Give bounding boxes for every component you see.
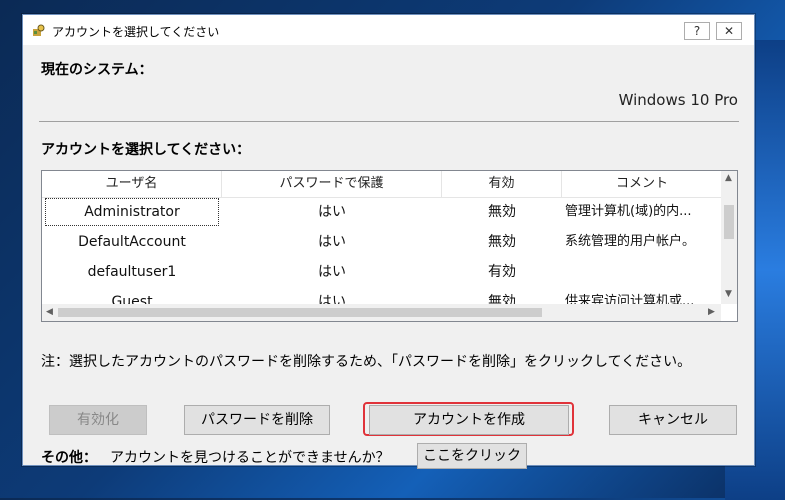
table-row[interactable]: DefaultAccount はい 無効 系统管理的用户帐户。 [42, 227, 722, 257]
table-row[interactable]: defaultuser1 はい 有効 [42, 257, 722, 287]
scroll-right-arrow-icon[interactable]: ▶ [708, 307, 715, 317]
column-header-comment[interactable]: コメント [562, 171, 722, 197]
cancel-button[interactable]: キャンセル [609, 405, 737, 435]
cell-username: defaultuser1 [87, 264, 177, 280]
window-title: アカウントを選択してください [52, 25, 220, 39]
horizontal-scroll-thumb[interactable] [58, 308, 542, 317]
table-row[interactable]: Administrator はい 無効 管理计算机(域)的内... [42, 197, 722, 227]
help-button[interactable]: ? [684, 22, 710, 40]
note-text: 注：選択したアカウントのパスワードを削除するため、「パスワードを削除」をクリック… [41, 354, 692, 370]
click-here-button[interactable]: ここをクリック [417, 443, 527, 469]
current-system-label: 現在のシステム： [41, 62, 153, 78]
enable-button[interactable]: 有効化 [49, 405, 147, 435]
separator [39, 121, 739, 122]
scroll-up-arrow-icon[interactable]: ▲ [725, 173, 732, 183]
horizontal-scrollbar[interactable]: ◀ ▶ [42, 304, 721, 321]
app-icon [33, 24, 45, 36]
cell-enabled: 有効 [488, 264, 516, 280]
cell-password: はい [318, 234, 346, 250]
other-label: その他： [41, 450, 97, 466]
cell-password: はい [318, 204, 346, 220]
cell-password: はい [318, 264, 346, 280]
column-header-username[interactable]: ユーザ名 [42, 171, 222, 197]
column-header-enabled[interactable]: 有効 [442, 171, 562, 197]
title-bar[interactable]: アカウントを選択してください ? ✕ [23, 15, 754, 45]
cell-username: DefaultAccount [78, 234, 186, 250]
delete-password-button[interactable]: パスワードを削除 [184, 405, 330, 435]
cell-comment: 系统管理的用户帐户。 [565, 234, 696, 249]
vertical-scroll-thumb[interactable] [724, 205, 734, 239]
vertical-scrollbar[interactable]: ▲ ▼ [721, 171, 737, 304]
close-button[interactable]: ✕ [716, 22, 742, 40]
create-account-button[interactable]: アカウントを作成 [369, 405, 569, 435]
scroll-down-arrow-icon[interactable]: ▼ [725, 289, 732, 299]
cell-comment [565, 257, 720, 287]
column-header-password[interactable]: パスワードで保護 [222, 171, 442, 197]
account-select-label: アカウントを選択してください： [41, 142, 251, 158]
cell-enabled: 無効 [488, 234, 516, 250]
cell-comment: 管理计算机(域)的内... [565, 204, 692, 219]
account-list[interactable]: ユーザ名 パスワードで保護 有効 コメント Administrator はい 無… [41, 170, 738, 322]
current-system-value: Windows 10 Pro [618, 91, 738, 109]
scroll-left-arrow-icon[interactable]: ◀ [46, 307, 53, 317]
other-text: アカウントを見つけることができませんか？ [110, 450, 390, 466]
dialog-client-area: 現在のシステム： Windows 10 Pro アカウントを選択してください： … [23, 45, 754, 469]
cell-username: Administrator [44, 197, 220, 227]
account-select-dialog: アカウントを選択してください ? ✕ 現在のシステム： Windows 10 P… [22, 14, 755, 469]
list-header: ユーザ名 パスワードで保護 有効 コメント [42, 171, 722, 198]
cell-enabled: 無効 [488, 204, 516, 220]
